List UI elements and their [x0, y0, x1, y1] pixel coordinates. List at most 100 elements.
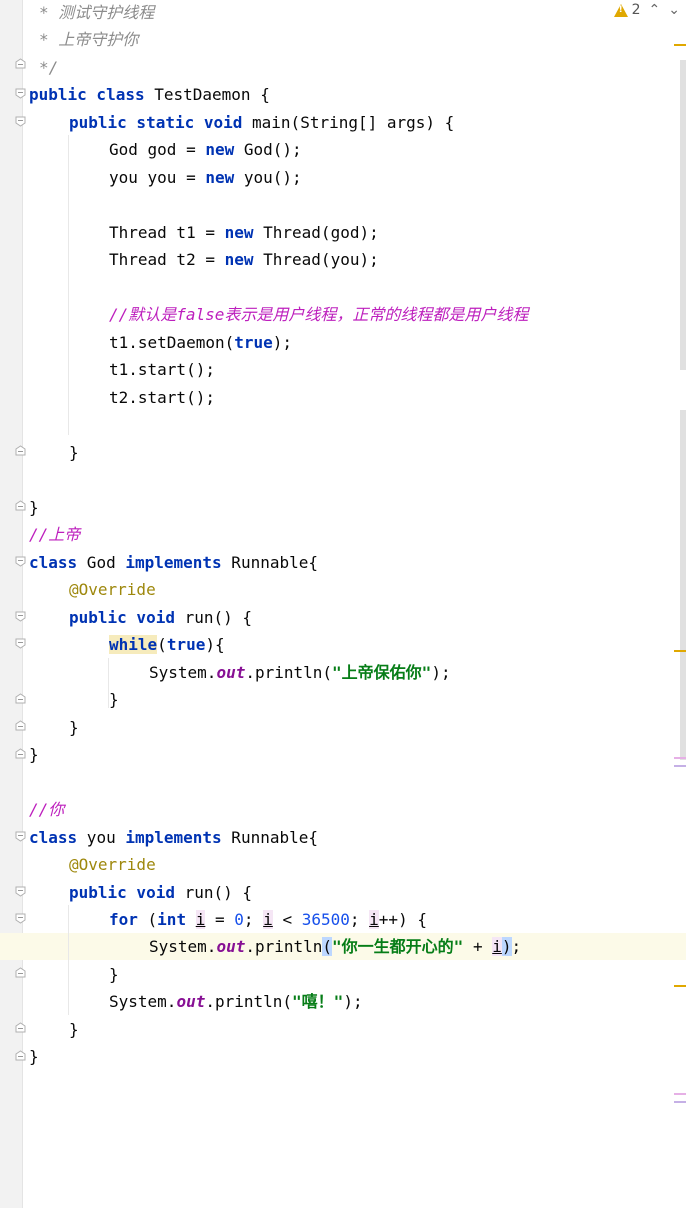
keyword: while [109, 635, 158, 654]
keyword: public class [29, 85, 145, 104]
fold-icon[interactable] [15, 913, 26, 924]
code-text: you you = [109, 168, 206, 187]
usage-marker[interactable] [674, 1101, 686, 1103]
fold-icon[interactable] [15, 831, 26, 842]
code-line: * 测试守护线程 [39, 3, 155, 22]
variable: i [492, 937, 502, 956]
keyword: public static void [69, 113, 243, 132]
string-literal: "嘻！" [292, 992, 344, 1011]
fold-icon[interactable] [15, 638, 26, 649]
code-text: .println( [205, 992, 293, 1011]
nav-down-icon[interactable]: ⌄ [668, 2, 680, 18]
code-line: while(true){ [109, 631, 225, 658]
warning-marker[interactable] [674, 985, 686, 987]
fold-icon[interactable] [15, 88, 26, 99]
warning-icon [613, 3, 628, 17]
fold-icon[interactable] [15, 720, 26, 731]
code-text: Thread(god); [253, 223, 379, 242]
string-literal: "你一生都开心的" [332, 937, 464, 956]
fold-icon[interactable] [15, 1050, 26, 1061]
code-line: God god = new God(); [109, 136, 302, 163]
keyword: new [205, 168, 235, 187]
code-line: t2.start(); [109, 388, 215, 407]
usage-marker[interactable] [674, 765, 686, 767]
code-text: you(); [234, 168, 302, 187]
code-text: ); [343, 992, 363, 1011]
variable: i [263, 910, 273, 929]
keyword: new [224, 223, 254, 242]
field: out [216, 937, 246, 956]
code-text: Thread t2 = [109, 250, 225, 269]
keyword: true [166, 635, 206, 654]
code-text: = [205, 910, 235, 929]
nav-up-icon[interactable]: ⌃ [649, 2, 661, 18]
code-line: } [29, 498, 39, 517]
code-text: God(); [234, 140, 302, 159]
code-text: System. [109, 992, 177, 1011]
code-line: Thread t2 = new Thread(you); [109, 246, 379, 273]
number-literal: 0 [234, 910, 244, 929]
code-line: Thread t1 = new Thread(god); [109, 219, 379, 246]
variable: i [195, 910, 206, 929]
code-line: public class TestDaemon { [29, 81, 270, 108]
code-text: you [77, 828, 126, 847]
fold-icon[interactable] [15, 58, 26, 69]
code-text: Thread t1 = [109, 223, 225, 242]
warning-marker[interactable] [674, 44, 686, 46]
code-text: < [272, 910, 302, 929]
code-text: ; [243, 910, 264, 929]
usage-marker[interactable] [674, 1093, 686, 1095]
code-line: @Override [69, 580, 156, 599]
indent-guide [68, 905, 69, 1015]
code-text: TestDaemon { [144, 85, 270, 104]
fold-icon[interactable] [15, 445, 26, 456]
field: out [216, 663, 246, 682]
number-literal: 36500 [301, 910, 350, 929]
fold-icon[interactable] [15, 693, 26, 704]
code-text: run() { [174, 608, 253, 627]
keyword: for [109, 910, 138, 929]
code-text: ){ [205, 635, 225, 654]
fold-icon[interactable] [15, 886, 26, 897]
code-line: //上帝 [29, 525, 81, 544]
code-line: //你 [29, 800, 65, 819]
fold-icon[interactable] [15, 1022, 26, 1033]
code-text: God god = [109, 140, 206, 159]
code-line: } [69, 443, 79, 462]
code-line: * 上帝守护你 [39, 30, 139, 49]
keyword: true [234, 333, 273, 352]
code-line: } [29, 745, 39, 764]
code-text: main(String[] args) { [242, 113, 455, 132]
code-line: } [69, 1020, 79, 1039]
keyword: new [224, 250, 254, 269]
matched-paren: ( [322, 937, 333, 956]
code-text: ( [157, 635, 167, 654]
fold-icon[interactable] [15, 611, 26, 622]
fold-icon[interactable] [15, 967, 26, 978]
code-text: Runnable{ [221, 828, 318, 847]
scroll-thumb[interactable] [680, 410, 686, 760]
code-line[interactable]: System.out.println("你一生都开心的" + i); [149, 933, 521, 960]
fold-icon[interactable] [15, 500, 26, 511]
field: out [176, 992, 206, 1011]
code-line: public static void main(String[] args) { [69, 109, 454, 136]
fold-icon[interactable] [15, 748, 26, 759]
inspection-widget[interactable]: 2 ⌃ ⌄ [590, 0, 686, 20]
warning-count: 2 [631, 2, 641, 18]
code-text: ; [349, 910, 370, 929]
code-line: for (int i = 0; i < 36500; i++) { [109, 906, 427, 933]
matched-paren: ) [501, 937, 512, 956]
keyword: int [157, 910, 187, 929]
code-text: + [463, 937, 493, 956]
vertical-scrollbar[interactable] [678, 20, 686, 1208]
code-line: public void run() { [69, 879, 252, 906]
warning-marker[interactable] [674, 650, 686, 652]
keyword: class [29, 553, 78, 572]
keyword: new [205, 140, 235, 159]
usage-marker[interactable] [674, 757, 686, 759]
code-text: ); [272, 333, 293, 352]
scroll-thumb[interactable] [680, 60, 686, 370]
fold-icon[interactable] [15, 116, 26, 127]
fold-icon[interactable] [15, 556, 26, 567]
code-line: class God implements Runnable{ [29, 549, 318, 576]
